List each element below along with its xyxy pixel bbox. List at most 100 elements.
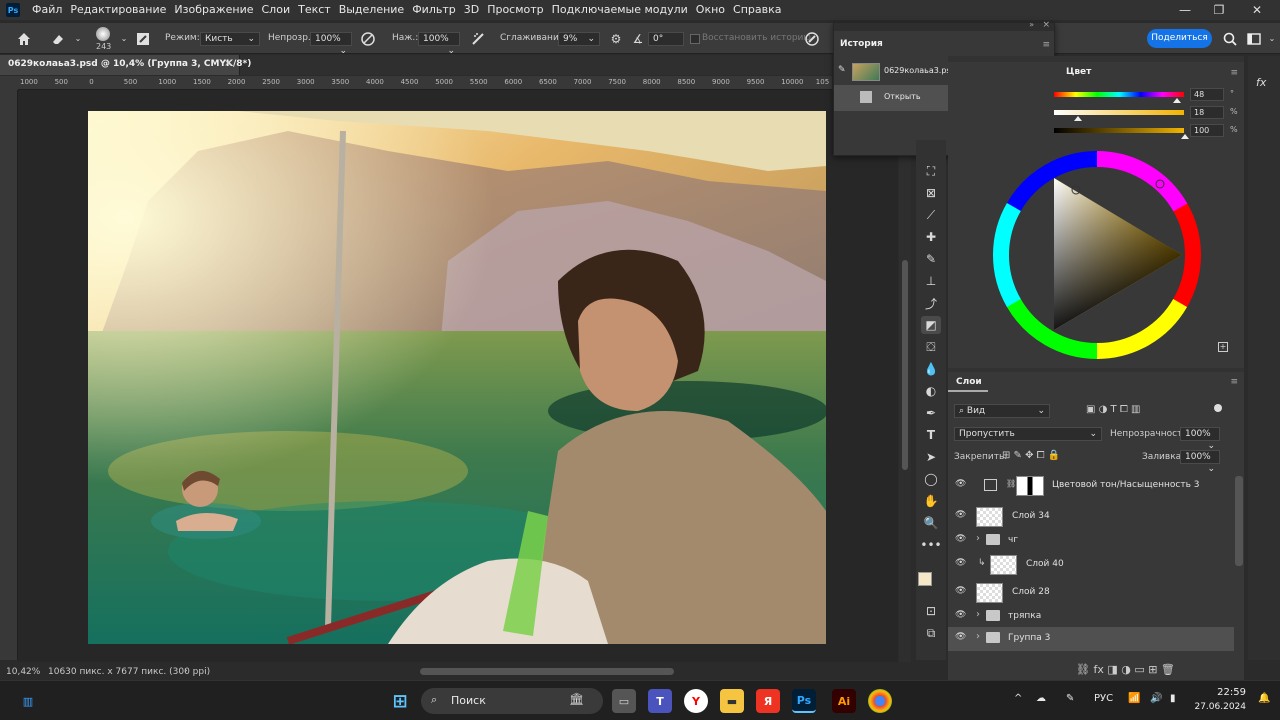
paint-bucket-tool-icon[interactable]: ⛋ — [921, 338, 941, 356]
layer-footer-icons[interactable]: ⛓ fx ◨ ◑ ▭ ⊞ 🗑 — [1076, 663, 1175, 676]
menu-item[interactable]: Редактирование — [66, 0, 170, 20]
menu-item[interactable]: 3D — [460, 0, 483, 20]
layer-row[interactable]: 👁 ⛓ Цветовой тон/Насыщенность 3 — [948, 474, 1234, 498]
layer-mask-thumbnail[interactable] — [1016, 476, 1044, 496]
history-tab[interactable]: История — [840, 39, 883, 49]
pressure-input[interactable]: 100% ⌄ — [418, 32, 460, 56]
close-panel-icon[interactable]: × — [1042, 20, 1050, 30]
color-value-input[interactable]: 48 — [1190, 88, 1224, 101]
eye-icon[interactable]: 👁 — [955, 534, 967, 546]
menu-item[interactable]: Слои — [258, 0, 295, 20]
vertical-scroll-thumb[interactable] — [902, 260, 908, 470]
close-window-icon[interactable]: ✕ — [1240, 0, 1274, 20]
layer-row[interactable]: 👁 › Группа 3 — [948, 627, 1234, 651]
lock-icons[interactable]: ⊞ ✎ ✥ ⧠ 🔒 — [1002, 450, 1060, 461]
file-explorer-icon[interactable]: ▬ — [720, 689, 744, 713]
restore-history-checkbox[interactable] — [690, 34, 700, 44]
taskbar-search[interactable]: ⌕ Поиск 🏛 — [421, 688, 603, 714]
brush-picker-chevron-icon[interactable]: ⌄ — [116, 31, 132, 47]
illustrator-icon[interactable]: Ai — [832, 689, 856, 713]
zoom-tool-icon[interactable]: 🔍 — [921, 514, 941, 532]
workspace-chevron-icon[interactable]: ⌄ — [1264, 31, 1280, 47]
restore-icon[interactable]: ❐ — [1202, 0, 1236, 20]
eye-icon[interactable]: 👁 — [955, 479, 967, 491]
yandex-icon[interactable]: Я — [756, 689, 780, 713]
healing-brush-tool-icon[interactable]: ✚ — [921, 228, 941, 246]
chevron-down-icon[interactable]: ⌄ — [70, 31, 86, 47]
horizontal-scroll-thumb[interactable] — [420, 668, 674, 675]
windows-start-icon[interactable]: ⊞ — [388, 689, 412, 713]
notification-icon[interactable]: 🔔 — [1258, 693, 1270, 704]
chevron-right-icon[interactable]: › — [976, 609, 980, 620]
layer-row[interactable]: 👁 › чг — [948, 529, 1234, 553]
color-slider[interactable] — [1054, 128, 1184, 133]
gear-icon[interactable]: ⚙ — [608, 31, 624, 47]
slider-handle[interactable] — [1173, 98, 1182, 103]
slider-handle[interactable] — [1181, 134, 1189, 139]
airbrush-icon[interactable] — [470, 31, 486, 47]
layer-filter-select[interactable]: ⌕ Вид ⌄ — [954, 404, 1050, 418]
link-icon[interactable]: ⛓ — [1006, 479, 1016, 488]
mode-select[interactable]: Кисть ⌄ — [200, 32, 260, 46]
filter-toggle-icon[interactable] — [1214, 404, 1222, 412]
smoothing-input[interactable]: 9% ⌄ — [558, 32, 600, 46]
layers-panel-menu-icon[interactable]: ≡ — [1230, 377, 1238, 387]
home-icon[interactable] — [16, 31, 32, 47]
close-tab-icon[interactable]: × — [224, 58, 232, 69]
quick-mask-icon[interactable]: ⊡ — [921, 602, 941, 620]
pressure-opacity-icon[interactable] — [360, 31, 376, 47]
layer-row[interactable]: 👁 › тряпка — [948, 605, 1234, 629]
tray-chevron-icon[interactable]: ^ — [1014, 693, 1022, 704]
share-button[interactable]: Поделиться — [1147, 29, 1212, 48]
color-tab[interactable]: Цвет — [1066, 67, 1091, 77]
menu-item[interactable]: Выделение — [335, 0, 409, 20]
opacity-input[interactable]: 100% ⌄ — [310, 32, 352, 56]
brush-tool-icon[interactable]: ✎ — [921, 250, 941, 268]
color-value-input[interactable]: 100 — [1190, 124, 1224, 137]
eye-icon[interactable]: 👁 — [955, 558, 967, 570]
hand-tool-icon[interactable]: ✋ — [921, 492, 941, 510]
slider-handle[interactable] — [1074, 116, 1083, 121]
collapse-panel-icon[interactable]: » — [1029, 20, 1034, 29]
brush-preview-icon[interactable] — [96, 27, 110, 41]
eraser-tool-icon[interactable]: ◩ — [921, 316, 941, 334]
color-wheel[interactable] — [992, 150, 1202, 360]
wifi-icon[interactable]: 📶 — [1128, 693, 1140, 704]
brush-settings-icon[interactable] — [135, 31, 151, 47]
window-snap-icon[interactable]: ▥ — [16, 689, 40, 713]
color-value-input[interactable]: 18 — [1190, 106, 1224, 119]
minimize-icon[interactable]: — — [1168, 0, 1202, 20]
more-tools-icon[interactable]: ••• — [920, 536, 941, 554]
history-brush-source-icon[interactable]: ✎ — [838, 65, 846, 75]
eyedropper-tool-icon[interactable]: ⟋ — [921, 206, 941, 224]
menu-item[interactable]: Подключаемые модули — [548, 0, 692, 20]
yandex-browser-icon[interactable]: Y — [684, 689, 708, 713]
blend-mode-select[interactable]: Пропустить ⌄ — [954, 427, 1102, 441]
menu-item[interactable]: Просмотр — [483, 0, 547, 20]
layer-filter-icons[interactable]: ▣ ◑ T ⧠ ▥ — [1086, 404, 1140, 415]
battery-icon[interactable]: ▮ — [1170, 693, 1176, 704]
pen-tool-icon[interactable]: ✒ — [921, 404, 941, 422]
status-chevron-icon[interactable]: › — [184, 666, 188, 676]
screen-mode-icon[interactable]: ⧉ — [921, 624, 941, 642]
layer-row[interactable]: 👁 Слой 28 — [948, 581, 1234, 605]
function-icon[interactable]: fx — [1256, 76, 1266, 89]
clock-date[interactable]: 27.06.2024 — [1190, 702, 1246, 712]
zoom-level[interactable]: 10,42% — [6, 667, 40, 677]
history-brush-tool-icon[interactable]: ⤴ — [921, 294, 941, 312]
fill-input[interactable]: 100% ⌄ — [1180, 450, 1220, 474]
teams-icon[interactable]: T — [648, 689, 672, 713]
color-slider[interactable] — [1054, 92, 1184, 97]
chrome-icon[interactable] — [868, 689, 892, 713]
type-tool-icon[interactable]: T — [921, 426, 941, 444]
menu-item[interactable]: Фильтр — [408, 0, 460, 20]
eye-icon[interactable]: 👁 — [955, 586, 967, 598]
language-indicator[interactable]: РУС — [1094, 693, 1113, 704]
angle-input[interactable]: 0° — [648, 32, 684, 46]
menu-item[interactable]: Справка — [729, 0, 785, 20]
cloud-icon[interactable]: ☁ — [1036, 693, 1046, 704]
foreground-color-swatch[interactable] — [918, 572, 932, 586]
eye-icon[interactable]: 👁 — [955, 510, 967, 522]
photoshop-taskbar-icon[interactable]: Ps — [792, 689, 816, 713]
eye-icon[interactable]: 👁 — [955, 632, 967, 644]
